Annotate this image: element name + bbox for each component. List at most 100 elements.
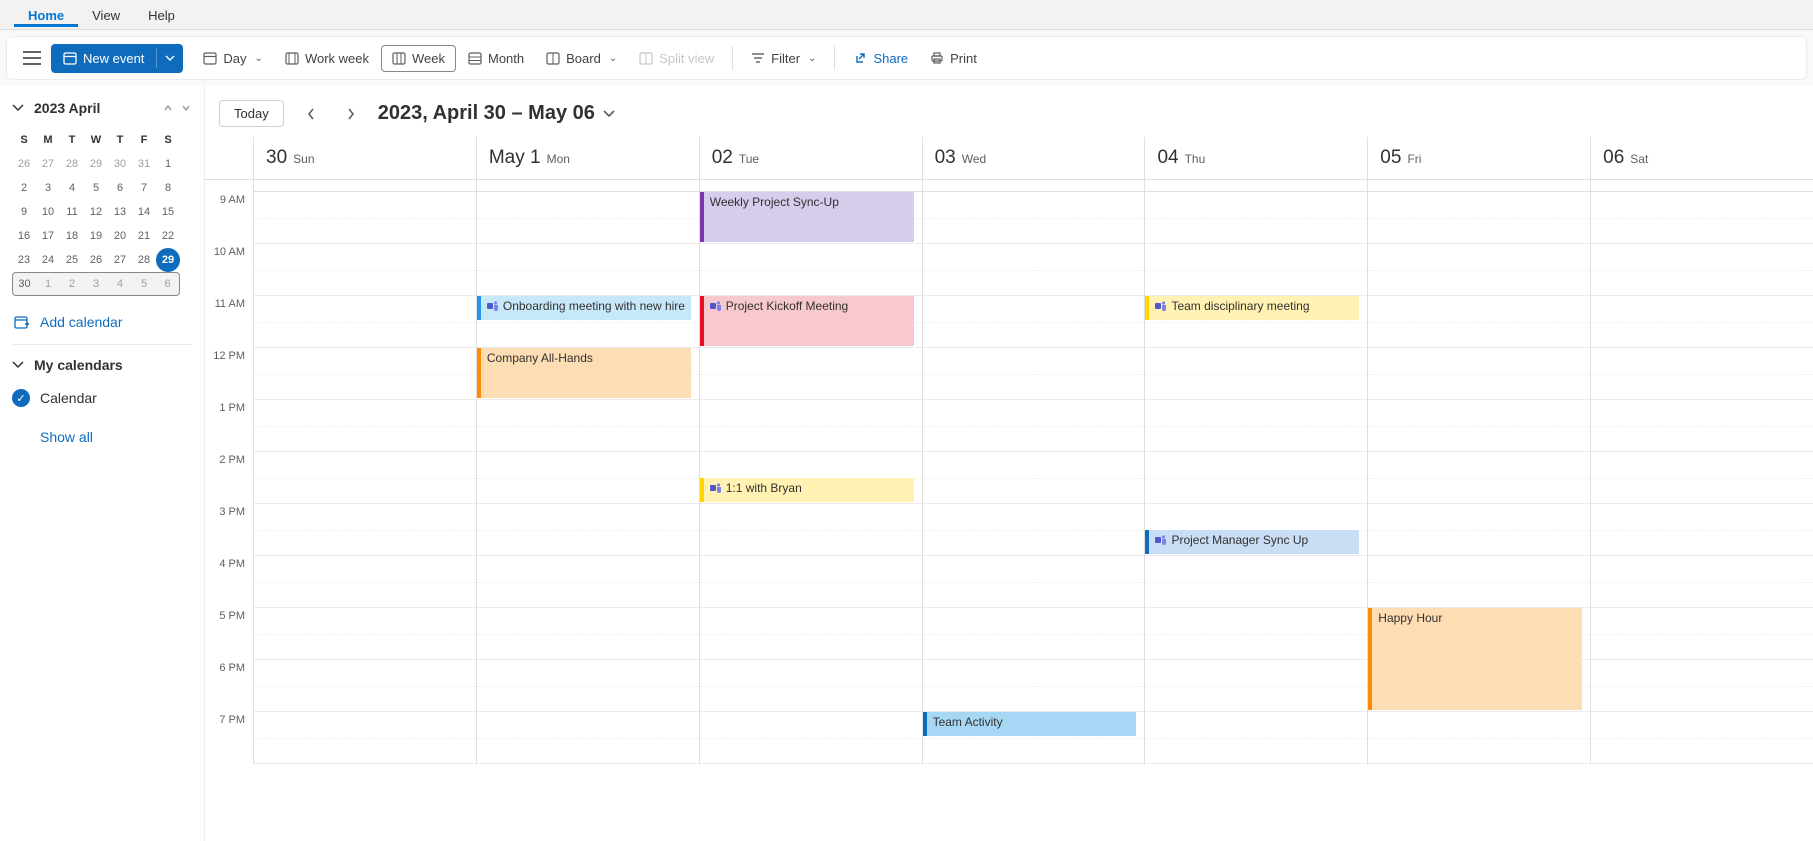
hour-slot[interactable] [1368,296,1590,348]
hour-slot[interactable] [923,296,1145,348]
mini-day-cell[interactable]: 28 [60,152,84,176]
hour-slot[interactable] [254,556,476,608]
day-column[interactable]: Team disciplinary meetingProject Manager… [1144,192,1367,764]
calendar-list-item[interactable]: Calendar [12,385,192,411]
mini-day-cell[interactable]: 27 [36,152,60,176]
view-month-button[interactable]: Month [458,46,534,71]
hour-slot[interactable] [254,348,476,400]
mini-day-cell[interactable]: 26 [12,152,36,176]
calendar-event[interactable]: 1:1 with Bryan [700,478,914,502]
next-month-button[interactable] [180,102,192,114]
mini-day-cell[interactable]: 30 [12,272,36,296]
mini-day-cell[interactable]: 3 [36,176,60,200]
hour-slot[interactable] [477,192,699,244]
hour-slot[interactable] [923,504,1145,556]
mini-day-cell[interactable]: 18 [60,224,84,248]
hour-slot[interactable] [1591,556,1813,608]
print-button[interactable]: Print [920,46,987,71]
hour-slot[interactable] [1145,660,1367,712]
hour-slot[interactable] [477,504,699,556]
mini-day-cell[interactable]: 21 [132,224,156,248]
next-week-button[interactable] [338,103,364,125]
hour-slot[interactable] [1368,244,1590,296]
hour-slot[interactable] [254,244,476,296]
mini-day-cell[interactable]: 30 [108,152,132,176]
date-range-dropdown[interactable]: 2023, April 30 – May 06 [378,102,615,125]
new-event-dropdown[interactable] [156,48,183,68]
hour-slot[interactable] [1368,192,1590,244]
mini-day-cell[interactable]: 16 [12,224,36,248]
prev-month-button[interactable] [162,102,174,114]
day-header[interactable]: 02Tue [699,137,922,179]
hour-slot[interactable] [477,452,699,504]
view-day-button[interactable]: Day ⌄ [193,46,273,71]
filter-button[interactable]: Filter ⌄ [741,46,826,71]
mini-day-cell[interactable]: 10 [36,200,60,224]
mini-day-cell[interactable]: 28 [132,248,156,272]
mini-day-cell[interactable]: 26 [84,248,108,272]
mini-day-cell[interactable]: 19 [84,224,108,248]
tab-home[interactable]: Home [14,2,78,27]
hour-slot[interactable] [1591,608,1813,660]
calendar-grid[interactable]: 30SunMay 1Mon02Tue03Wed04Thu05Fri06Sat 9… [205,137,1813,841]
hour-slot[interactable] [700,348,922,400]
calendar-event[interactable]: Happy Hour [1368,608,1582,710]
mini-day-cell[interactable]: 2 [12,176,36,200]
hour-slot[interactable] [1591,452,1813,504]
day-header[interactable]: 03Wed [922,137,1145,179]
mini-day-cell[interactable]: 6 [108,176,132,200]
new-event-main[interactable]: New event [51,44,156,73]
hour-slot[interactable] [923,348,1145,400]
day-column[interactable]: Happy Hour [1367,192,1590,764]
mini-day-cell[interactable]: 31 [132,152,156,176]
hour-slot[interactable] [1145,556,1367,608]
hour-slot[interactable] [477,608,699,660]
mini-day-cell[interactable]: 22 [156,224,180,248]
day-header[interactable]: 05Fri [1367,137,1590,179]
day-header[interactable]: 30Sun [253,137,476,179]
hour-slot[interactable] [1368,712,1590,764]
hour-slot[interactable] [254,660,476,712]
hour-slot[interactable] [1145,192,1367,244]
view-week-button[interactable]: Week [381,45,456,72]
my-calendars-toggle[interactable]: My calendars [12,357,192,373]
show-all-button[interactable]: Show all [12,429,192,445]
hour-slot[interactable] [1145,348,1367,400]
calendar-event[interactable]: Company All-Hands [477,348,691,398]
day-column[interactable]: Weekly Project Sync-UpProject Kickoff Me… [699,192,922,764]
hour-slot[interactable] [1368,452,1590,504]
day-column[interactable] [1590,192,1813,764]
hour-slot[interactable] [254,452,476,504]
hour-slot[interactable] [477,660,699,712]
prev-week-button[interactable] [298,103,324,125]
hour-slot[interactable] [923,400,1145,452]
mini-day-cell[interactable]: 5 [84,176,108,200]
mini-day-cell[interactable]: 9 [12,200,36,224]
mini-day-cell[interactable]: 7 [132,176,156,200]
day-header[interactable]: May 1Mon [476,137,699,179]
chevron-down-icon[interactable] [12,104,24,112]
hour-slot[interactable] [254,504,476,556]
hour-slot[interactable] [477,400,699,452]
hour-slot[interactable] [1591,348,1813,400]
hour-slot[interactable] [1145,244,1367,296]
view-workweek-button[interactable]: Work week [275,46,379,71]
mini-day-cell[interactable]: 27 [108,248,132,272]
day-column[interactable]: Team Activity [922,192,1145,764]
mini-day-cell[interactable]: 3 [84,272,108,296]
mini-day-cell[interactable]: 4 [60,176,84,200]
hour-slot[interactable] [1145,400,1367,452]
hour-slot[interactable] [1145,452,1367,504]
hour-slot[interactable] [923,244,1145,296]
mini-day-cell[interactable]: 4 [108,272,132,296]
mini-day-cell[interactable]: 14 [132,200,156,224]
hour-slot[interactable] [1368,504,1590,556]
mini-day-cell[interactable]: 29 [84,152,108,176]
hour-slot[interactable] [700,400,922,452]
hour-slot[interactable] [254,400,476,452]
mini-day-cell[interactable]: 23 [12,248,36,272]
hour-slot[interactable] [1145,712,1367,764]
hour-slot[interactable] [477,556,699,608]
hour-slot[interactable] [700,504,922,556]
tab-view[interactable]: View [78,2,134,27]
